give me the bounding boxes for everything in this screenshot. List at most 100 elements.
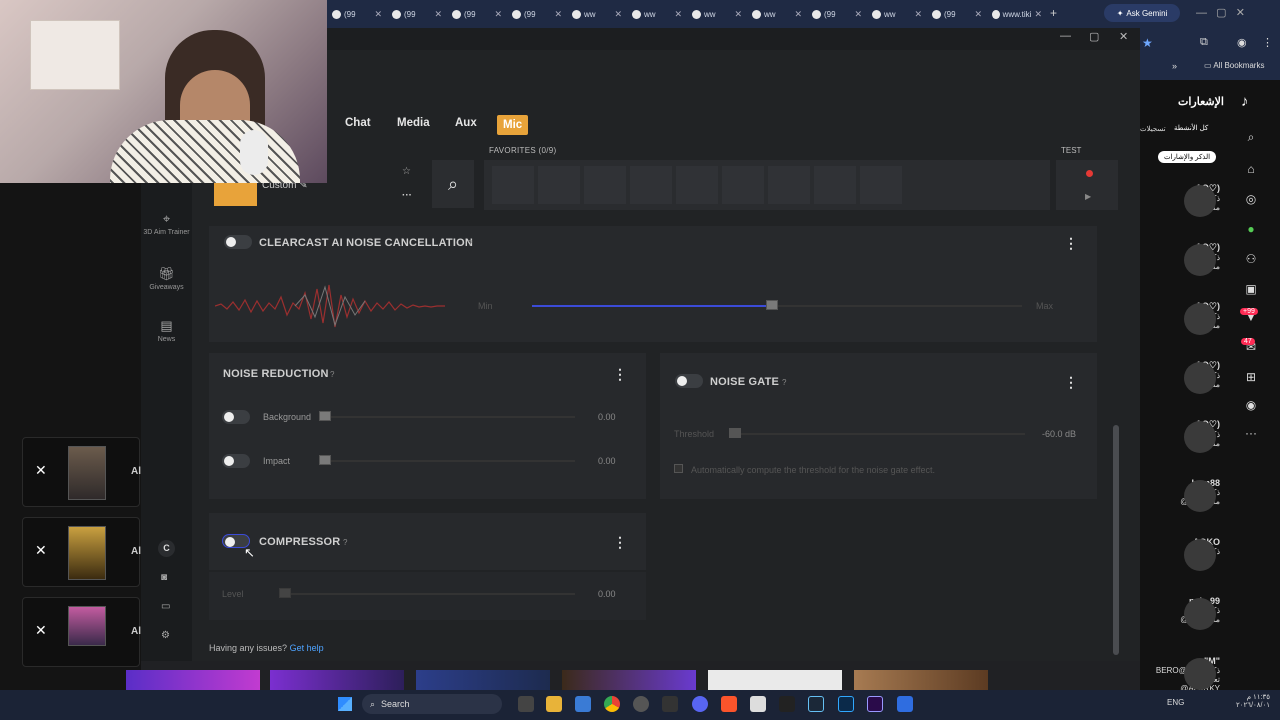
chrome-icon[interactable] xyxy=(604,696,620,712)
noise-gate-toggle[interactable] xyxy=(675,374,703,388)
filter-all[interactable]: كل الأنشطة xyxy=(1174,124,1208,132)
browser-tab[interactable]: (99 ✕ xyxy=(448,4,506,24)
favorite-slot[interactable] xyxy=(630,166,672,204)
close-tab-icon[interactable]: ✕ xyxy=(374,9,382,20)
record-icon[interactable] xyxy=(1086,170,1093,177)
notification-card[interactable]: ✕ Al xyxy=(22,597,141,667)
obs-icon[interactable] xyxy=(633,696,649,712)
close-button[interactable]: ✕ xyxy=(1119,30,1128,43)
home-icon[interactable]: ⌂ xyxy=(1243,162,1259,176)
close-icon[interactable]: ✕ xyxy=(35,542,47,559)
following-icon[interactable]: ● xyxy=(1243,222,1259,236)
notification-card[interactable]: ✕ Al xyxy=(22,517,141,587)
close-tab-icon[interactable]: ✕ xyxy=(854,9,862,20)
extensions-icon[interactable]: ⧉ xyxy=(1200,36,1208,49)
language-indicator[interactable]: ENG xyxy=(1167,698,1184,707)
avatar[interactable] xyxy=(1184,362,1216,394)
browser-tab[interactable]: (99 ✕ xyxy=(508,4,566,24)
avatar[interactable] xyxy=(1184,480,1216,512)
profile-icon[interactable]: ◉ xyxy=(1243,398,1259,412)
close-tab-icon[interactable]: ✕ xyxy=(614,9,622,20)
settings-gear-icon[interactable]: ⚙ xyxy=(161,630,170,641)
preset-more-icon[interactable]: ··· xyxy=(402,190,412,201)
minimize-button[interactable]: — xyxy=(1060,30,1071,42)
favorite-slot[interactable] xyxy=(492,166,534,204)
tab-mic[interactable]: Mic xyxy=(497,115,529,135)
live-icon[interactable]: ▣ xyxy=(1243,282,1259,296)
filter-mentions[interactable]: الذكر والإشارات xyxy=(1158,151,1217,163)
friends-icon[interactable]: ⚇ xyxy=(1243,252,1259,266)
close-tab-icon[interactable]: ✕ xyxy=(914,9,922,20)
noise-gate-more-icon[interactable]: ⋮ xyxy=(1064,374,1078,391)
all-bookmarks[interactable]: ▭ All Bookmarks xyxy=(1204,61,1264,70)
search-icon[interactable]: ⌕ xyxy=(1243,130,1259,145)
star-icon[interactable]: ★ xyxy=(1142,36,1153,50)
compressor-help-icon[interactable]: ? xyxy=(343,538,347,547)
discord-icon[interactable] xyxy=(692,696,708,712)
background-slider-thumb[interactable] xyxy=(319,411,331,421)
discord-icon[interactable]: ◙ xyxy=(161,572,167,583)
level-slider-track[interactable] xyxy=(280,593,575,595)
browser-tab[interactable]: ww ✕ xyxy=(628,4,686,24)
task-view-icon[interactable] xyxy=(518,696,534,712)
sidebar-item-news[interactable]: ▤ News xyxy=(141,318,192,343)
level-slider-thumb[interactable] xyxy=(279,588,291,598)
impact-toggle[interactable] xyxy=(222,454,250,468)
background-toggle[interactable] xyxy=(222,410,250,424)
favorite-slot[interactable] xyxy=(814,166,856,204)
steam-icon[interactable] xyxy=(808,696,824,712)
close-icon[interactable]: ✕ xyxy=(35,622,47,639)
auto-threshold-checkbox[interactable] xyxy=(674,464,683,473)
background-slider-track[interactable] xyxy=(320,416,575,418)
ask-gemini-button[interactable]: ✦ Ask Gemini xyxy=(1104,4,1180,22)
browser-tab[interactable]: ww ✕ xyxy=(568,4,626,24)
threshold-slider-thumb[interactable] xyxy=(729,428,741,438)
clearcast-slider-thumb[interactable] xyxy=(766,300,779,310)
sidebar-item-aim-trainer[interactable]: ⌖ 3D Aim Trainer xyxy=(141,211,192,236)
avatar[interactable] xyxy=(1184,421,1216,453)
avatar[interactable] xyxy=(1184,598,1216,630)
app-icon[interactable] xyxy=(779,696,795,712)
favorite-slot[interactable] xyxy=(860,166,902,204)
close-tab-icon[interactable]: ✕ xyxy=(734,9,742,20)
close-tab-icon[interactable]: ✕ xyxy=(974,9,982,20)
favorite-slot[interactable] xyxy=(768,166,810,204)
avatar[interactable]: ◉ xyxy=(1237,36,1247,49)
noise-reduction-help-icon[interactable]: ? xyxy=(330,370,334,379)
clearcast-toggle[interactable] xyxy=(224,235,252,249)
close-tab-icon[interactable]: ✕ xyxy=(554,9,562,20)
impact-slider-thumb[interactable] xyxy=(319,455,331,465)
browser-tab[interactable]: ww ✕ xyxy=(748,4,806,24)
favorite-slot[interactable] xyxy=(538,166,580,204)
profile-avatar[interactable]: C xyxy=(158,540,175,557)
brave-icon[interactable] xyxy=(721,696,737,712)
upload-icon[interactable]: ⊞ xyxy=(1243,370,1259,384)
browser-tab[interactable]: ww ✕ xyxy=(688,4,746,24)
app-icon[interactable] xyxy=(750,696,766,712)
app-icon[interactable] xyxy=(662,696,678,712)
clock[interactable]: ١١:٣٥ م ٢٠٢٦/٠٨/٠١ xyxy=(1225,693,1270,709)
threshold-slider-track[interactable] xyxy=(730,433,1025,435)
filter-recordings[interactable]: تسجيلات xyxy=(1140,125,1166,133)
compressor-more-icon[interactable]: ⋮ xyxy=(613,534,627,551)
avatar[interactable] xyxy=(1184,185,1216,217)
clearcast-more-icon[interactable]: ⋮ xyxy=(1064,235,1078,252)
play-icon[interactable]: ▶ xyxy=(1085,192,1091,201)
file-explorer-icon[interactable] xyxy=(546,696,562,712)
noise-gate-help-icon[interactable]: ? xyxy=(782,378,786,387)
impact-slider-track[interactable] xyxy=(320,460,575,462)
menu-icon[interactable]: ⋮ xyxy=(1262,36,1273,49)
favorite-star-icon[interactable]: ☆ xyxy=(402,166,411,177)
tab-media[interactable]: Media xyxy=(397,117,430,129)
store-icon[interactable] xyxy=(575,696,591,712)
window-controls[interactable]: — ▢ ✕ xyxy=(1196,6,1245,19)
noise-reduction-more-icon[interactable]: ⋮ xyxy=(613,366,627,383)
premiere-icon[interactable] xyxy=(867,696,883,712)
close-icon[interactable]: ✕ xyxy=(35,462,47,479)
avatar[interactable] xyxy=(1184,539,1216,571)
search-button[interactable]: ⌕ xyxy=(432,160,474,208)
taskbar-search[interactable]: ⌕ Search xyxy=(362,694,502,714)
tab-aux[interactable]: Aux xyxy=(455,117,477,129)
tab-chat[interactable]: Chat xyxy=(345,117,371,129)
close-tab-icon[interactable]: ✕ xyxy=(674,9,682,20)
